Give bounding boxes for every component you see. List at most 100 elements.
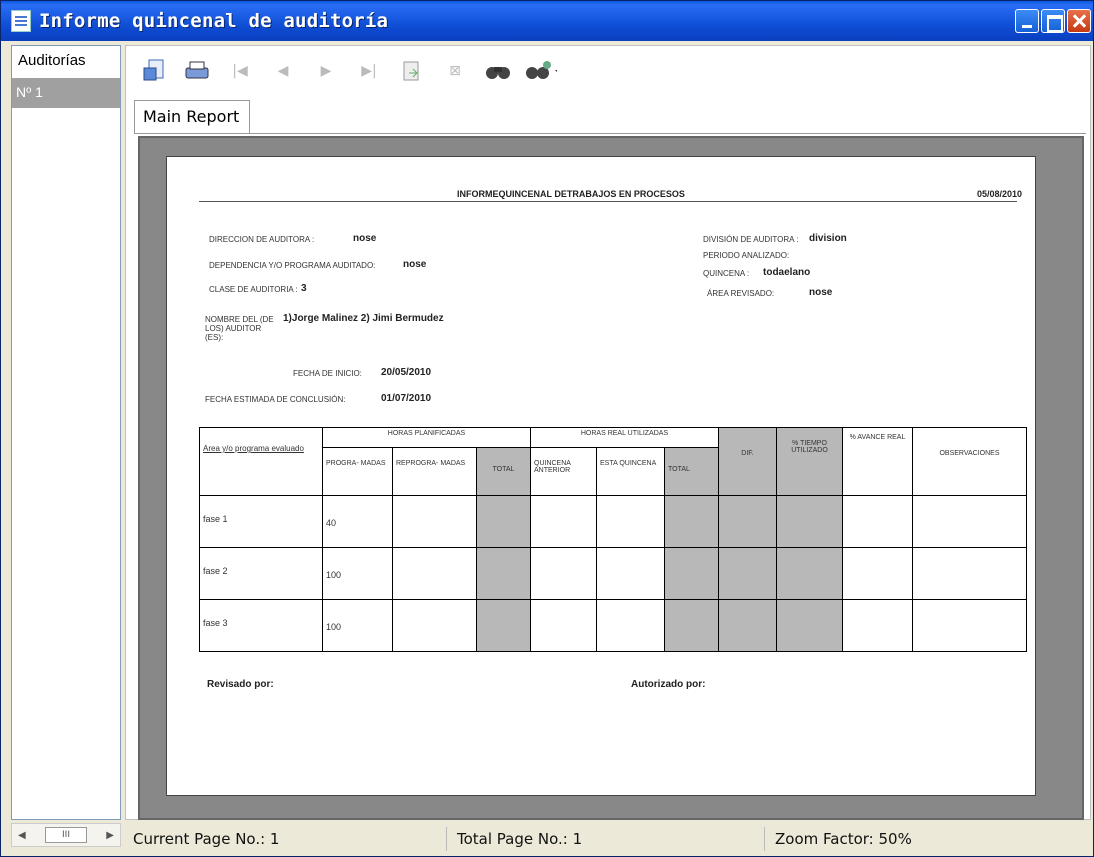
status-bar: Current Page No.: 1 Total Page No.: 1 Zo… (125, 823, 1091, 855)
row-cell (842, 547, 913, 600)
row-cell (776, 599, 843, 652)
direccion-label: DIRECCION DE AUDITORA : (209, 235, 315, 244)
header-rule (199, 201, 1017, 202)
current-page-status: Current Page No.: 1 (125, 827, 447, 851)
sub-quincena-anterior: QUINCENA ANTERIOR (530, 447, 597, 496)
row-cell (476, 599, 531, 652)
sub-total-plan: TOTAL (476, 447, 531, 496)
sidebar-scrollbar[interactable]: ◀ III ▶ (11, 823, 121, 847)
row-cell (912, 495, 1027, 548)
direccion-value: nose (353, 233, 377, 244)
row-cell (664, 495, 719, 548)
row-cell (718, 495, 777, 548)
close-button[interactable] (1067, 9, 1091, 33)
clase-label: CLASE DE AUDITORIA : (209, 285, 298, 294)
row-cell (476, 547, 531, 600)
row-cell (596, 547, 665, 600)
row-cell (776, 547, 843, 600)
row-cell (530, 599, 597, 652)
toolbar: |◀ ◀ ▶ ▶| ⊠ (126, 46, 1086, 96)
row-programadas: 100 (322, 547, 393, 600)
col-avance: % AVANCE REAL (842, 427, 913, 496)
total-page-status: Total Page No.: 1 (447, 827, 765, 851)
row-cell (596, 599, 665, 652)
row-cell (776, 495, 843, 548)
sub-esta-quincena: ESTA QUINCENA (596, 447, 665, 496)
fecha-inicio-value: 20/05/2010 (381, 367, 432, 378)
revisado-label: Revisado por: (207, 679, 274, 690)
tab-divider (134, 133, 1086, 134)
row-fase: fase 1 (199, 495, 323, 548)
col-observaciones: OBSERVACIONES (912, 427, 1027, 496)
nombre-value: 1)Jorge Malinez 2) Jimi Bermudez (283, 313, 444, 324)
next-page-icon[interactable]: ▶ (310, 55, 342, 87)
hours-table: Area y/o programa evaluado HORAS PLANIFI… (199, 427, 1027, 652)
stop-icon[interactable]: ⊠ (439, 55, 471, 87)
dependencia-value: nose (403, 259, 427, 270)
nombre-label: NOMBRE DEL (DE LOS) AUDITOR (ES): (205, 315, 274, 342)
last-page-icon[interactable]: ▶| (353, 55, 385, 87)
quincena-label: QUINCENA : (703, 269, 750, 278)
autorizado-label: Autorizado por: (631, 679, 706, 690)
document-icon (11, 10, 31, 32)
fecha-inicio-label: FECHA DE INICIO: (293, 369, 362, 378)
row-cell (392, 495, 477, 548)
table-row: fase 1 40 (199, 495, 1027, 548)
maximize-button[interactable] (1041, 9, 1065, 33)
group-planned: HORAS PLANIFICADAS (322, 427, 531, 448)
first-page-icon[interactable]: |◀ (224, 55, 256, 87)
row-cell (842, 495, 913, 548)
window-title: Informe quincenal de auditoría (39, 10, 389, 32)
row-cell (664, 547, 719, 600)
row-cell (842, 599, 913, 652)
row-fase: fase 3 (199, 599, 323, 652)
report-canvas[interactable]: INFORMEQUINCENAL DETRABAJOS EN PROCESOS … (138, 136, 1084, 820)
periodo-label: PERIODO ANALIZADO: (703, 251, 790, 260)
goto-page-icon[interactable] (396, 55, 428, 87)
row-cell (596, 495, 665, 548)
scroll-thumb[interactable]: III (45, 827, 87, 843)
clase-value: 3 (301, 283, 307, 294)
row-cell (664, 599, 719, 652)
print-icon[interactable] (181, 55, 213, 87)
prev-page-icon[interactable]: ◀ (267, 55, 299, 87)
area-value: nose (809, 287, 833, 298)
table-row: fase 3 100 (199, 599, 1027, 652)
tab-main-report[interactable]: Main Report (134, 100, 250, 134)
report-viewer: |◀ ◀ ▶ ▶| ⊠ Main Report INFORMEQUINCENAL… (125, 45, 1091, 820)
zoom-icon[interactable] (525, 55, 557, 87)
row-programadas: 40 (322, 495, 393, 548)
table-row: fase 2 100 (199, 547, 1027, 600)
report-page: INFORMEQUINCENAL DETRABAJOS EN PROCESOS … (166, 156, 1036, 796)
row-cell (530, 547, 597, 600)
row-cell (476, 495, 531, 548)
col-tiempo: % TIEMPO UTILIZADO (776, 427, 843, 496)
minimize-button[interactable] (1015, 9, 1039, 33)
fecha-fin-value: 01/07/2010 (381, 393, 432, 404)
row-cell (912, 599, 1027, 652)
col-dif: DIF. (718, 427, 777, 496)
search-icon[interactable] (482, 55, 514, 87)
title-bar[interactable]: Informe quincenal de auditoría (1, 1, 1093, 41)
area-label: ÁREA REVISADO: (707, 289, 775, 298)
scroll-right-icon[interactable]: ▶ (106, 830, 114, 841)
group-actual: HORAS REAL UTILIZADAS (530, 427, 719, 448)
row-cell (530, 495, 597, 548)
row-cell (718, 547, 777, 600)
export-icon[interactable] (138, 55, 170, 87)
row-fase: fase 2 (199, 547, 323, 600)
row-cell (718, 599, 777, 652)
report-window: Informe quincenal de auditoría Auditoría… (0, 0, 1094, 857)
sidebar-item-1[interactable]: Nº 1 (12, 78, 120, 108)
quincena-value: todaelano (763, 267, 811, 278)
sub-programadas: PROGRA- MADAS (322, 447, 393, 496)
row-cell (392, 599, 477, 652)
zoom-status: Zoom Factor: 50% (775, 830, 912, 848)
row-programadas: 100 (322, 599, 393, 652)
sub-total-real: TOTAL (664, 447, 719, 496)
scroll-left-icon[interactable]: ◀ (18, 830, 26, 841)
audit-sidebar: Auditorías Nº 1 (11, 45, 121, 820)
row-cell (392, 547, 477, 600)
report-date: 05/08/2010 (977, 189, 1023, 199)
fecha-fin-label: FECHA ESTIMADA DE CONCLUSIÓN: (205, 395, 346, 404)
